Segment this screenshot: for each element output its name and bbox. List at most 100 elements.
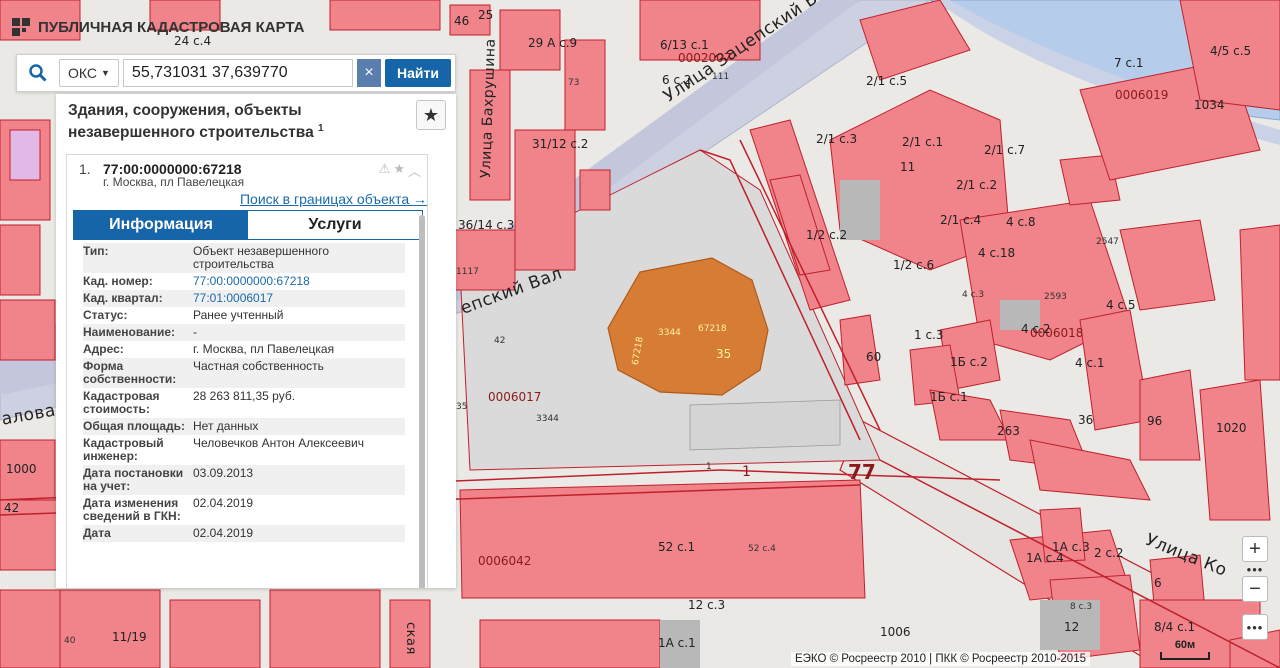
attr-row: Статус: Ранее учтенный bbox=[83, 307, 405, 324]
attr-key: Общая площадь: bbox=[83, 419, 186, 433]
map-label: 52 с.4 bbox=[748, 544, 776, 554]
map-label: 4/5 с.5 bbox=[1210, 44, 1252, 58]
info-panel: Здания, сооружения, объекты незавершенно… bbox=[56, 94, 456, 588]
parcel-label: 35 bbox=[716, 347, 732, 361]
panel-title-text: Здания, сооружения, объекты незавершенно… bbox=[68, 102, 314, 142]
map-label: 1000 bbox=[6, 462, 37, 476]
object-type-select[interactable]: ОКС ▼ bbox=[59, 59, 119, 87]
map-label: 1Б с.1 bbox=[930, 390, 968, 404]
attr-key: Дата bbox=[83, 526, 111, 540]
attr-key: Адрес: bbox=[83, 342, 124, 356]
map-label: 12 bbox=[1064, 620, 1080, 634]
map-label: 6 bbox=[1154, 576, 1162, 590]
map-label: 1А с.1 bbox=[658, 636, 696, 650]
map-label: 36 bbox=[1078, 413, 1094, 427]
result-icons: ⚠ ★ ︿ bbox=[379, 161, 421, 180]
attr-row: Кадастровый инженер: Человечков Антон Але… bbox=[83, 435, 405, 465]
zoom-in-button[interactable]: + bbox=[1242, 536, 1268, 562]
attr-value: г. Москва, пл Павелецкая bbox=[193, 342, 335, 356]
app-title-text: ПУБЛИЧНАЯ КАДАСТРОВАЯ КАРТА bbox=[38, 18, 305, 36]
chevron-down-icon: ▼ bbox=[101, 68, 110, 78]
map-label: 1А с.3 bbox=[1052, 540, 1090, 554]
attr-value: 28 263 811,35 руб. bbox=[193, 389, 296, 403]
scrollbar-thumb[interactable] bbox=[419, 215, 425, 588]
map-label: 8/4 с.1 bbox=[1154, 620, 1196, 634]
panel-title-count: 1 bbox=[318, 123, 324, 134]
map-label: 4 с.1 bbox=[1075, 356, 1105, 370]
panel-scrollbar[interactable] bbox=[419, 215, 425, 588]
search-icon[interactable] bbox=[21, 58, 55, 88]
attr-value: - bbox=[193, 325, 197, 339]
quarter-label: 0002007 bbox=[678, 51, 732, 65]
map-label: 1006 bbox=[880, 625, 911, 639]
map-label: 96 bbox=[1147, 414, 1163, 428]
result-address: г. Москва, пл Павелецкая bbox=[103, 175, 245, 189]
attr-key: Дата изменения сведений в ГКН: bbox=[83, 496, 181, 523]
cadastral-number-link[interactable]: 77:00:0000000:67218 bbox=[193, 275, 405, 288]
attr-row: Дата изменения сведений в ГКН: 02.04.2019 bbox=[83, 495, 405, 525]
attr-key: Кад. квартал: bbox=[83, 291, 163, 305]
map-label: 1/2 с.6 bbox=[893, 258, 935, 272]
tab-information[interactable]: Информация bbox=[74, 211, 248, 239]
map-label: 4 с.3 bbox=[962, 290, 985, 300]
scale-bar-label: 60м bbox=[1174, 639, 1196, 651]
cadastral-quarter-link[interactable]: 77:01:0006017 bbox=[193, 292, 405, 305]
street-skaya-label: ская bbox=[403, 622, 418, 655]
tab-services[interactable]: Услуги bbox=[248, 211, 422, 239]
map-label: 73 bbox=[568, 78, 580, 88]
map-label: 2593 bbox=[1044, 292, 1067, 302]
map-attribution: ЕЭКО © Росреестр 2010 | ПКК © Росреестр … bbox=[790, 652, 1090, 666]
map-label: 2547 bbox=[1096, 237, 1119, 247]
app-title: ПУБЛИЧНАЯ КАДАСТРОВАЯ КАРТА bbox=[12, 18, 304, 36]
parcel-label: 67218 bbox=[698, 324, 727, 334]
map-label: 1 с.3 bbox=[914, 328, 944, 342]
map-label: 4 с.5 bbox=[1106, 298, 1136, 312]
attr-value: Ранее учтенный bbox=[193, 308, 284, 322]
tools-button[interactable]: ••• bbox=[1242, 614, 1268, 640]
quarter-label: 0006019 bbox=[1115, 88, 1169, 102]
attr-row: Дата 02.04.2019 bbox=[83, 525, 405, 542]
map-label: 1 bbox=[706, 462, 712, 472]
map-label: 2/1 с.4 bbox=[940, 213, 982, 227]
map-label: 7 с.1 bbox=[1114, 56, 1144, 70]
attribute-list: Тип: Объект незавершенного строительства … bbox=[83, 243, 405, 542]
map-label: 25 bbox=[478, 8, 494, 22]
object-type-value: ОКС bbox=[68, 65, 97, 81]
map-label: 40 bbox=[64, 636, 76, 646]
map-label: 1020 bbox=[1216, 421, 1247, 435]
map-label: 6 с.2 bbox=[662, 73, 692, 87]
map-label: 4 с.18 bbox=[978, 246, 1016, 260]
attr-key: Кадастровая стоимость: bbox=[83, 389, 160, 416]
map-label: 2/1 с.1 bbox=[902, 135, 944, 149]
attr-value: Частная собственность bbox=[193, 359, 324, 373]
result-index: 1. bbox=[79, 161, 91, 177]
panel-title: Здания, сооружения, объекты незавершенно… bbox=[68, 102, 408, 142]
search-in-bounds-link[interactable]: Поиск в границах объекта → bbox=[240, 191, 427, 207]
attr-key: Кадастровый инженер: bbox=[83, 436, 164, 463]
map-label: 36/14 с.3 bbox=[458, 218, 515, 232]
result-card[interactable]: 1. 77:00:0000000:67218 г. Москва, пл Пав… bbox=[66, 154, 428, 588]
attr-row: Тип: Объект незавершенного строительства bbox=[83, 243, 405, 273]
find-button[interactable]: Найти bbox=[385, 59, 451, 87]
search-input[interactable] bbox=[122, 59, 354, 87]
map-label: 2/1 с.7 bbox=[984, 143, 1026, 157]
star-icon[interactable]: ★ bbox=[393, 161, 405, 180]
warning-icon[interactable]: ⚠ bbox=[379, 161, 391, 180]
attr-value: Объект незавершенного строительства bbox=[193, 244, 330, 271]
quarter-label: 0006017 bbox=[488, 390, 542, 404]
pkk-logo-icon bbox=[12, 18, 30, 36]
map-label: 24 с.4 bbox=[174, 34, 212, 48]
chevron-up-icon[interactable]: ︿ bbox=[408, 161, 421, 180]
attr-value: 02.04.2019 bbox=[193, 526, 254, 540]
district-label: 77 bbox=[848, 460, 876, 484]
clear-search-button[interactable]: × bbox=[357, 59, 382, 87]
map-label: 263 bbox=[997, 424, 1020, 438]
quarter-label: 0006042 bbox=[478, 554, 532, 568]
map-label: 1 bbox=[742, 464, 751, 480]
favorite-button[interactable]: ★ bbox=[416, 100, 446, 130]
zoom-out-button[interactable]: − bbox=[1242, 576, 1268, 602]
parcel-label: 3344 bbox=[658, 328, 681, 338]
attr-key: Тип: bbox=[83, 244, 109, 258]
map-label: 29 А с.9 bbox=[528, 36, 578, 50]
map-label: 4 с.2 bbox=[1021, 322, 1051, 336]
